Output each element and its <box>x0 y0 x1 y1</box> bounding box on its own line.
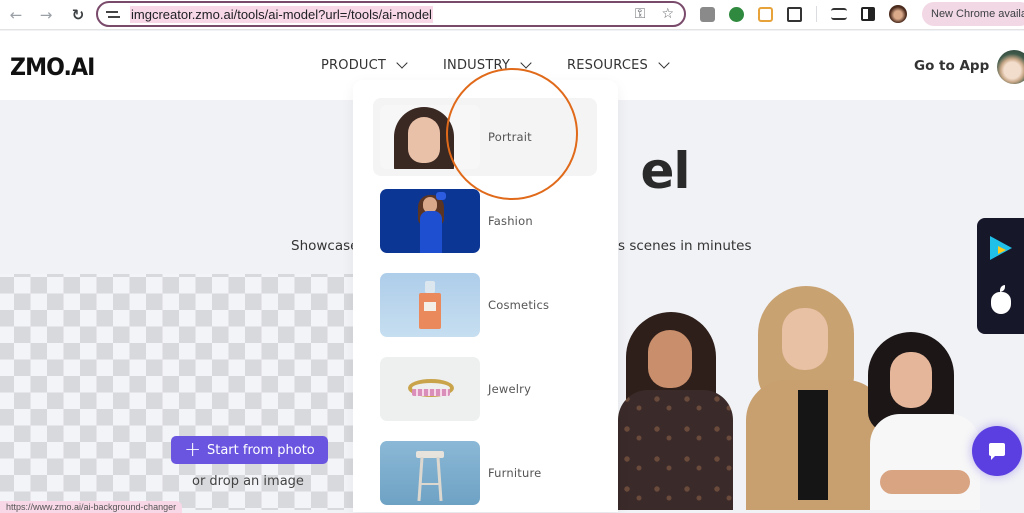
google-play-icon[interactable] <box>990 236 1012 260</box>
hero-subtitle-continued: s scenes in minutes <box>618 238 752 254</box>
dropdown-item-label: Jewelry <box>488 382 532 396</box>
model-2-shirt <box>798 390 828 500</box>
dropdown-item-label: Fashion <box>488 214 533 228</box>
model-3-face <box>890 352 932 408</box>
fashion-thumbnail <box>380 189 480 253</box>
extension-green-icon[interactable] <box>729 6 744 22</box>
nav-resources[interactable]: RESOURCES <box>567 57 670 73</box>
url-text[interactable]: imgcreator.zmo.ai/tools/ai-model?url=/to… <box>130 5 433 23</box>
dropdown-item-fashion[interactable]: Fashion <box>373 182 597 260</box>
user-avatar[interactable] <box>997 50 1024 84</box>
nav-industry[interactable]: INDUSTRY <box>443 57 532 73</box>
extension-orange-icon[interactable] <box>758 6 773 22</box>
plus-icon: + <box>184 437 201 461</box>
nav-product-label: PRODUCT <box>321 58 387 73</box>
chevron-down-icon <box>520 57 532 69</box>
model-3-arms <box>880 470 970 494</box>
cosmetics-thumbnail <box>380 273 480 337</box>
chat-icon <box>989 443 1005 460</box>
dropdown-item-cosmetics[interactable]: Cosmetics <box>373 266 597 344</box>
nav-product[interactable]: PRODUCT <box>321 57 408 73</box>
furniture-thumbnail <box>380 441 480 505</box>
logo[interactable]: ZMO.AI <box>10 53 95 81</box>
site-info-icon[interactable] <box>106 10 126 18</box>
model-2-face <box>782 308 828 370</box>
portrait-thumbnail <box>380 105 480 169</box>
industry-dropdown-menu: Portrait Fashion Cosmetics Jewelry Furni… <box>353 80 618 512</box>
address-bar[interactable]: imgcreator.zmo.ai/tools/ai-model?url=/to… <box>96 1 686 27</box>
chevron-down-icon <box>658 57 670 69</box>
chat-support-button[interactable] <box>972 426 1022 476</box>
extension-gray-icon[interactable] <box>700 6 715 22</box>
dropdown-item-furniture[interactable]: Furniture <box>373 434 597 512</box>
model-3-shirt <box>870 414 980 510</box>
reload-icon[interactable]: ↻ <box>67 4 89 26</box>
media-control-icon[interactable] <box>831 8 847 20</box>
hero-subtitle: Showcase <box>291 238 359 254</box>
password-key-icon[interactable]: ⚿ <box>635 6 646 22</box>
chevron-down-icon <box>396 57 408 69</box>
browser-toolbar: ← → ↻ imgcreator.zmo.ai/tools/ai-model?u… <box>0 0 1024 30</box>
jewelry-thumbnail <box>380 357 480 421</box>
dropdown-item-jewelry[interactable]: Jewelry <box>373 350 597 428</box>
models-showcase-image <box>618 280 980 510</box>
forward-arrow-icon[interactable]: → <box>35 4 57 26</box>
dropdown-item-label: Cosmetics <box>488 298 550 312</box>
dropdown-item-portrait[interactable]: Portrait <box>373 98 597 176</box>
app-store-panel <box>977 218 1024 334</box>
status-bar-url: https://www.zmo.ai/ai-background-changer <box>0 501 183 513</box>
side-panel-icon[interactable] <box>861 7 875 21</box>
model-1-body <box>618 390 733 510</box>
drop-image-hint: or drop an image <box>192 474 304 489</box>
profile-avatar-icon[interactable] <box>889 5 907 23</box>
bookmark-star-icon[interactable]: ☆ <box>661 6 674 22</box>
nav-industry-label: INDUSTRY <box>443 58 511 73</box>
go-to-app-link[interactable]: Go to App <box>914 58 989 74</box>
back-arrow-icon[interactable]: ← <box>5 4 27 26</box>
nav-resources-label: RESOURCES <box>567 58 648 73</box>
chrome-update-button[interactable]: New Chrome available <box>922 2 1024 26</box>
start-from-photo-button[interactable]: + Start from photo <box>171 436 328 464</box>
toolbar-divider <box>816 6 817 22</box>
dropdown-item-label: Furniture <box>488 466 542 480</box>
model-1-face <box>648 330 692 388</box>
dropdown-item-label: Portrait <box>488 130 532 144</box>
extensions-puzzle-icon[interactable] <box>787 6 802 22</box>
start-from-photo-label: Start from photo <box>206 442 315 458</box>
apple-app-store-icon[interactable] <box>991 285 1011 314</box>
